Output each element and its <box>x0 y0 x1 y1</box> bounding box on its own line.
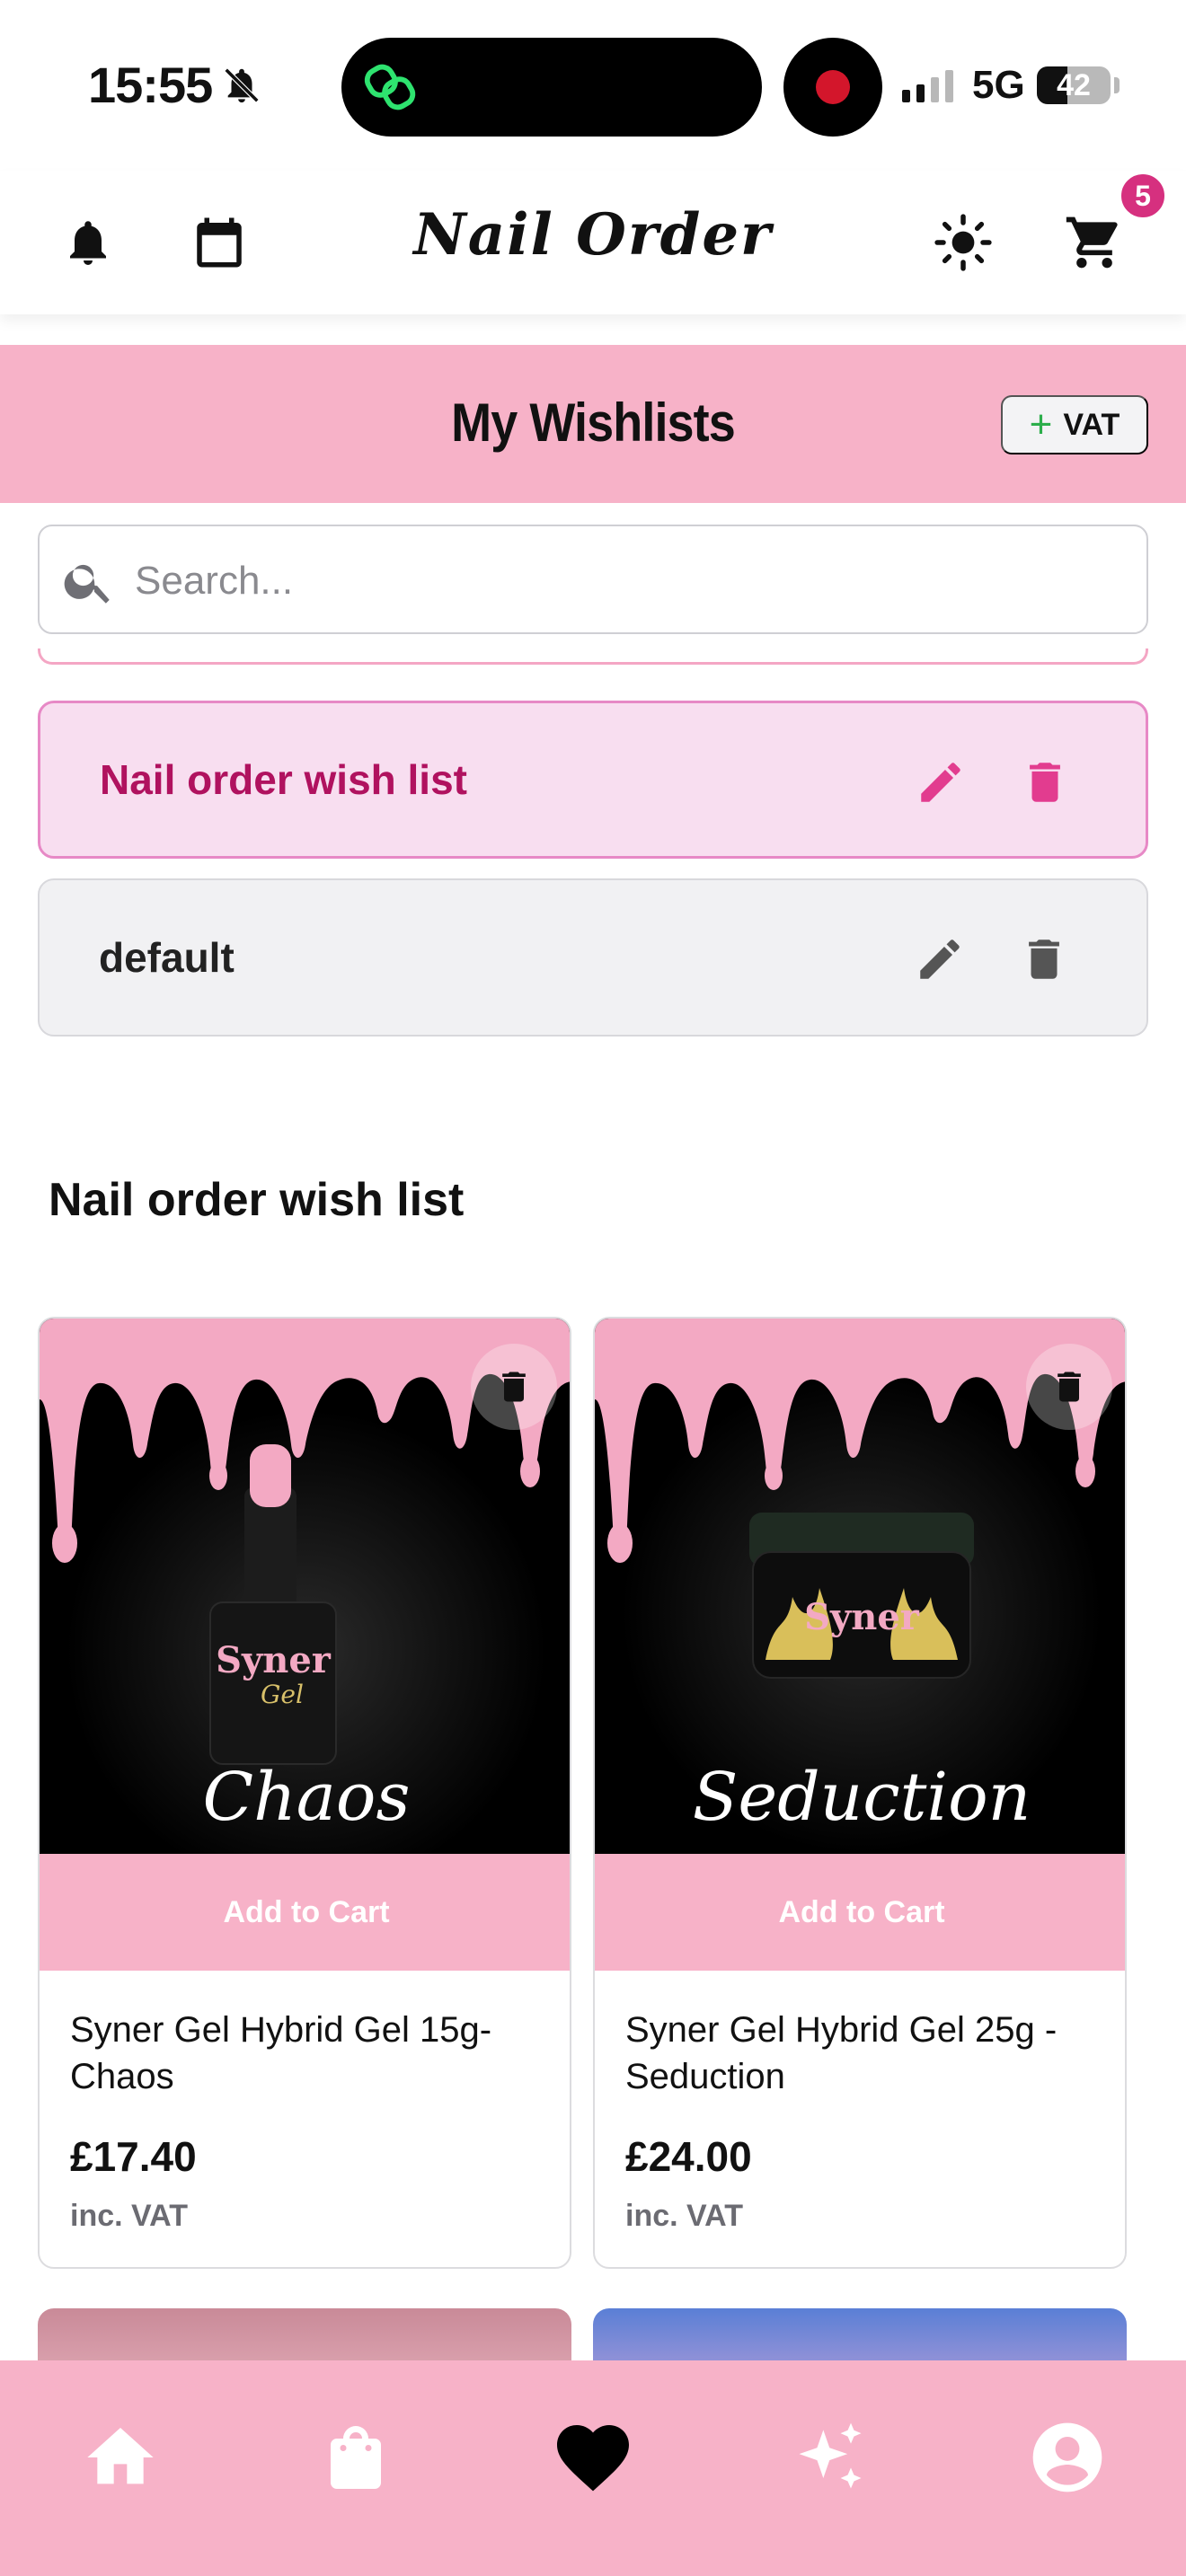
edit-icon[interactable] <box>908 750 973 815</box>
network-type: 5G <box>972 63 1025 107</box>
wishlist-item-label: Nail order wish list <box>100 756 467 803</box>
delete-icon[interactable] <box>1012 927 1076 992</box>
battery-cap <box>1114 77 1120 93</box>
product-image[interactable]: Syner Gel Chaos <box>40 1319 570 1854</box>
product-image-caption: Chaos <box>202 1759 411 1836</box>
remove-from-wishlist-button[interactable] <box>1026 1344 1112 1430</box>
cart-count-badge: 5 <box>1118 171 1168 221</box>
battery-icon: 42 <box>1037 66 1111 104</box>
product-card[interactable]: Syner Seduction Add to Cart Syner Gel Hy… <box>593 1317 1127 2269</box>
search-icon <box>64 564 110 604</box>
product-image[interactable]: Syner Seduction <box>595 1319 1125 1854</box>
status-bar: 15:55 5G 42 <box>0 0 1186 171</box>
heart-icon[interactable] <box>548 2413 638 2502</box>
svg-text:Gel: Gel <box>261 1680 304 1709</box>
svg-text:Syner: Syner <box>804 1596 920 1638</box>
clock-time: 15:55 <box>88 57 213 113</box>
signal-strength-icon <box>902 70 953 102</box>
account-icon[interactable] <box>1022 2413 1112 2502</box>
wishlist-item-label: default <box>99 934 235 981</box>
product-price: £24.00 <box>625 2133 752 2180</box>
bottom-navigation <box>0 2360 1186 2576</box>
home-icon[interactable] <box>75 2413 165 2502</box>
wishlist-item-default[interactable]: default <box>38 878 1148 1037</box>
brand-logo[interactable]: Nail Order <box>0 201 1186 269</box>
product-vat-note: inc. VAT <box>70 2199 188 2233</box>
sparkles-icon[interactable] <box>785 2413 875 2502</box>
vat-toggle-label: VAT <box>1063 407 1120 442</box>
status-time: 15:55 <box>88 56 262 114</box>
plus-icon: + <box>1029 402 1053 446</box>
svg-text:Syner: Syner <box>216 1639 332 1681</box>
page-title-bar: My Wishlists + VAT <box>0 345 1186 503</box>
page-title: My Wishlists <box>451 393 736 453</box>
battery-percent: 42 <box>1057 68 1091 102</box>
add-to-cart-button[interactable]: Add to Cart <box>40 1854 570 1971</box>
app-header: Nail Order <box>0 171 1186 314</box>
vat-toggle-button[interactable]: + VAT <box>1001 395 1148 454</box>
product-name[interactable]: Syner Gel Hybrid Gel 15g- Chaos <box>70 2007 546 2100</box>
delete-icon <box>1058 1372 1081 1402</box>
product-price: £17.40 <box>70 2133 197 2180</box>
add-to-cart-button[interactable]: Add to Cart <box>595 1854 1125 1971</box>
remove-from-wishlist-button[interactable] <box>471 1344 557 1430</box>
delete-icon[interactable] <box>1013 750 1077 815</box>
search-input[interactable] <box>135 550 1123 613</box>
edit-icon[interactable] <box>907 927 972 992</box>
delete-icon <box>502 1372 526 1402</box>
product-card[interactable]: Syner Gel Chaos Add to Cart Syner Gel Hy… <box>38 1317 571 2269</box>
product-vat-note: inc. VAT <box>625 2199 743 2233</box>
dynamic-island <box>341 38 762 137</box>
product-image-caption: Seduction <box>692 1759 1031 1836</box>
bell-muted-icon <box>224 67 260 102</box>
recording-indicator <box>783 38 882 137</box>
link-activity-icon <box>364 64 416 110</box>
shopping-bag-icon[interactable] <box>311 2413 401 2502</box>
recording-dot <box>816 70 850 104</box>
cart-icon[interactable] <box>1062 210 1127 275</box>
wishlist-item-partial[interactable] <box>38 648 1148 665</box>
sun-icon[interactable] <box>931 210 996 275</box>
search-bar <box>38 525 1148 634</box>
section-title: Nail order wish list <box>49 1174 465 1226</box>
product-name[interactable]: Syner Gel Hybrid Gel 25g - Seduction <box>625 2007 1102 2100</box>
wishlist-item-nail-order[interactable]: Nail order wish list <box>38 701 1148 859</box>
